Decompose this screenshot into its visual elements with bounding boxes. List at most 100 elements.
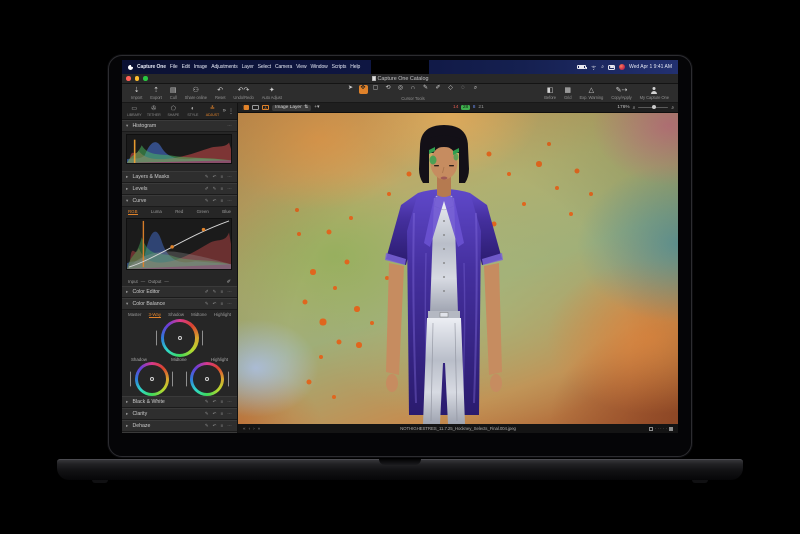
before-button[interactable]: ◧Before [540, 84, 560, 102]
zoom-out-icon[interactable]: ⌕ [633, 105, 636, 111]
zoom-level[interactable]: 176% [617, 105, 629, 110]
curve-graph[interactable] [122, 216, 237, 277]
menu-app-name[interactable]: Capture One [137, 64, 166, 70]
tab-library[interactable]: ▭LIBRARY [125, 106, 144, 117]
menu-image[interactable]: Image [194, 64, 207, 70]
highlight-color-wheel[interactable] [190, 362, 224, 396]
spotlight-search-icon[interactable]: ⌕ [601, 64, 604, 70]
exposure-warning-button[interactable]: △Exp. Warning [575, 84, 607, 102]
thumbnail-toggle-icon[interactable] [669, 427, 673, 431]
reset-arrow-icon[interactable]: ↶ [213, 174, 218, 179]
panel-header-color-editor[interactable]: ▸ Color Editor ✐ ✎ ≡ ⋯ [122, 286, 237, 298]
saturation-slider[interactable] [130, 372, 131, 387]
wifi-icon[interactable] [590, 64, 597, 70]
grid-button[interactable]: ▦Grid [560, 84, 576, 102]
import-button[interactable]: ⇣Import [127, 84, 146, 102]
menu-layer[interactable]: Layer [242, 64, 254, 70]
brush-icon[interactable]: ✎ [213, 186, 218, 191]
siri-icon[interactable] [619, 64, 625, 70]
menu-help[interactable]: Help [350, 64, 360, 70]
reset-arrow-icon[interactable]: ↶ [213, 399, 218, 404]
cb-tab-3way[interactable]: 3-Way [149, 312, 162, 318]
menu-window[interactable]: Window [310, 64, 327, 70]
menu-adjustments[interactable]: Adjustments [211, 64, 237, 70]
spot-removal-tool[interactable]: ∩ [409, 85, 418, 94]
panel-header-layers-masks[interactable]: ▸ Layers & Masks ✎ ↶ ≡ ⋯ [122, 171, 237, 183]
more-icon[interactable]: ⋯ [227, 411, 233, 416]
panel-header-curve[interactable]: ▾ Curve ✎ ↶ ≡ ⋯ [122, 195, 237, 207]
cb-tab-midtone[interactable]: Midtone [191, 312, 207, 317]
export-button[interactable]: ⇡Export [146, 84, 166, 102]
cb-tab-shadow[interactable]: Shadow [168, 312, 184, 317]
share-online-button[interactable]: ⚇Share online [181, 84, 211, 102]
cull-button[interactable]: ▤Cull [166, 84, 181, 102]
add-layer-button[interactable]: +▾ [314, 105, 319, 110]
curve-picker-icon[interactable]: ✐ [227, 279, 231, 285]
lightness-slider[interactable] [202, 331, 203, 346]
more-icon[interactable]: ⋯ [227, 289, 233, 294]
zoom-cursor-tool[interactable]: ⌕ [471, 85, 480, 94]
tab-shape[interactable]: ⬠SHAPE [164, 106, 183, 117]
menu-select[interactable]: Select [258, 64, 271, 70]
reset-button[interactable]: ↶Reset [211, 84, 229, 102]
draw-mask-tool[interactable]: ✎ [421, 85, 430, 94]
midtone-color-wheel[interactable] [161, 319, 199, 357]
presets-icon[interactable]: ≡ [220, 301, 224, 306]
tab-overflow-icon[interactable]: ⋮ [228, 108, 234, 115]
presets-icon[interactable]: ≡ [220, 423, 224, 428]
presets-icon[interactable]: ≡ [220, 198, 224, 203]
presets-icon[interactable]: ≡ [220, 289, 224, 294]
photo-canvas[interactable] [238, 113, 678, 424]
panel-header-vignetting[interactable]: ▸ Vignetting ✎ ↶ ≡ ⋯ [122, 432, 237, 433]
apple-menu-icon[interactable] [128, 65, 133, 70]
proof-margin-icon[interactable]: A [262, 105, 269, 111]
layer-selector[interactable]: Image Layer⇅ [272, 105, 311, 111]
menu-view[interactable]: View [296, 64, 306, 70]
gradient-mask-tool[interactable]: ◇ [446, 85, 455, 94]
brush-icon[interactable]: ✎ [205, 399, 210, 404]
zoom-in-icon[interactable]: ⌕ [671, 105, 674, 111]
picker-icon[interactable]: ✐ [205, 289, 210, 294]
color-tag-icon[interactable] [649, 427, 653, 431]
more-icon[interactable]: ⋯ [227, 186, 233, 191]
battery-icon[interactable] [577, 65, 586, 70]
curve-tab-blue[interactable]: Blue [222, 209, 231, 214]
tab-adjust[interactable]: ≛ADJUST [203, 106, 222, 117]
reset-arrow-icon[interactable]: ↶ [213, 198, 218, 203]
rotate-tool[interactable]: ⟲ [384, 85, 393, 94]
select-tool[interactable]: ➤ [346, 85, 355, 94]
tab-tether[interactable]: ✇TETHER [145, 106, 164, 117]
zoom-slider[interactable] [638, 107, 668, 108]
auto-adjust-button[interactable]: ✦Auto Adjust [258, 84, 286, 102]
menu-scripts[interactable]: Scripts [332, 64, 347, 70]
more-icon[interactable]: ⋯ [227, 198, 233, 203]
lightness-slider[interactable] [172, 372, 173, 387]
brush-icon[interactable]: ✎ [205, 411, 210, 416]
brush-icon[interactable]: ✎ [205, 301, 210, 306]
presets-icon[interactable]: ≡ [220, 186, 224, 191]
brush-icon[interactable]: ✎ [205, 423, 210, 428]
presets-icon[interactable]: ≡ [220, 399, 224, 404]
control-center-icon[interactable] [608, 65, 615, 70]
tab-style[interactable]: ◐STYLE [184, 106, 203, 117]
picker-icon[interactable]: ✐ [205, 186, 210, 191]
panel-header-black-white[interactable]: ▸ Black & White ✎ ↶ ≡ ⋯ [122, 396, 237, 408]
more-icon[interactable]: ⋯ [227, 301, 233, 306]
my-capture-one-button[interactable]: My Capture One [636, 84, 673, 102]
panel-header-histogram[interactable]: ▾ Histogram ⋯ [122, 120, 237, 132]
shadow-color-wheel[interactable] [135, 362, 169, 396]
more-icon[interactable]: ⋯ [227, 174, 233, 179]
presets-icon[interactable]: ≡ [220, 411, 224, 416]
menu-camera[interactable]: Camera [275, 64, 292, 70]
brush-icon[interactable]: ✎ [205, 198, 210, 203]
curve-tab-red[interactable]: Red [175, 209, 183, 214]
menu-file[interactable]: File [170, 64, 178, 70]
copy-apply-button[interactable]: ✎⇢Copy/Apply [607, 84, 635, 102]
more-icon[interactable]: ⋯ [227, 399, 233, 404]
panel-header-levels[interactable]: ▸ Levels ✐ ✎ ≡ ⋯ [122, 183, 237, 195]
lightness-slider[interactable] [228, 372, 229, 387]
expand-tabs-icon[interactable]: » [223, 108, 226, 114]
presets-icon[interactable]: ≡ [220, 174, 224, 179]
curve-tab-rgb[interactable]: RGB [128, 209, 138, 215]
panel-header-clarity[interactable]: ▸ Clarity ✎ ↶ ≡ ⋯ [122, 408, 237, 420]
